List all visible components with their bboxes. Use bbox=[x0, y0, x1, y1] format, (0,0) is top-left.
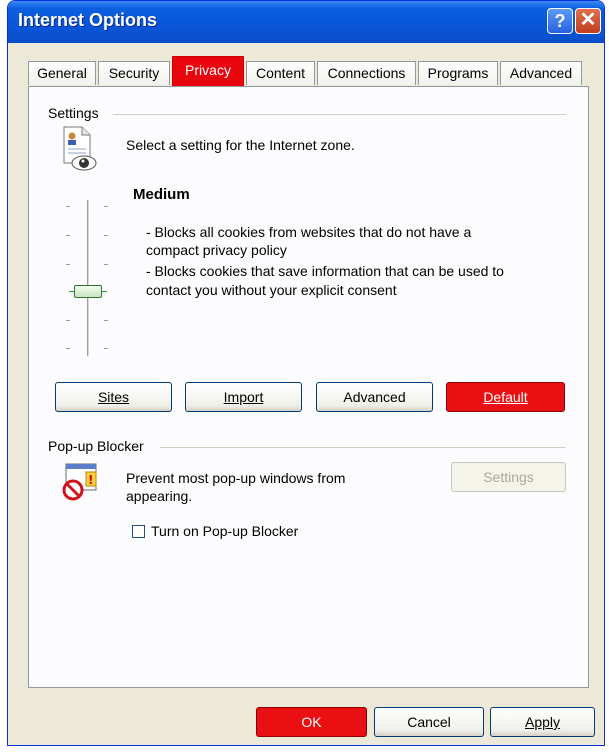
ok-button-label: OK bbox=[301, 714, 322, 730]
popup-description-line2: appearing. bbox=[126, 488, 193, 504]
slider-tick bbox=[104, 206, 108, 207]
popup-blocked-icon: ! bbox=[62, 463, 97, 501]
slider-tick bbox=[104, 264, 108, 265]
level-description-line1: - Blocks all cookies from websites that … bbox=[146, 224, 472, 240]
privacy-slider-track[interactable] bbox=[87, 200, 90, 356]
svg-text:!: ! bbox=[88, 473, 93, 487]
tab-privacy[interactable]: Privacy bbox=[172, 56, 244, 86]
popup-group-divider bbox=[160, 447, 566, 448]
slider-tick bbox=[66, 235, 70, 236]
zone-description: Select a setting for the Internet zone. bbox=[126, 137, 355, 153]
tab-programs[interactable]: Programs bbox=[418, 61, 498, 85]
slider-tick bbox=[66, 348, 70, 349]
popup-group-label: Pop-up Blocker bbox=[48, 438, 144, 454]
tab-security[interactable]: Security bbox=[98, 61, 170, 85]
slider-tick bbox=[66, 264, 70, 265]
privacy-slider-thumb[interactable] bbox=[69, 285, 107, 298]
popup-blocker-checkbox[interactable] bbox=[132, 525, 145, 538]
close-icon[interactable]: ✕ bbox=[575, 8, 601, 34]
popup-description-line1: Prevent most pop-up windows from bbox=[126, 470, 346, 486]
privacy-document-eye-icon bbox=[63, 126, 97, 171]
default-button[interactable]: Default bbox=[446, 382, 565, 412]
slider-tick bbox=[66, 206, 70, 207]
level-description-line2: compact privacy policy bbox=[146, 242, 287, 258]
sites-button[interactable]: Sites bbox=[55, 382, 172, 412]
apply-button[interactable]: Apply bbox=[490, 707, 595, 737]
title-bar[interactable]: Internet Options ? ✕ bbox=[8, 1, 604, 43]
popup-blocker-checkbox-label[interactable]: Turn on Pop-up Blocker bbox=[151, 522, 298, 540]
cancel-button-label: Cancel bbox=[407, 714, 451, 730]
level-description-line3: - Blocks cookies that save information t… bbox=[146, 263, 504, 279]
tab-general[interactable]: General bbox=[28, 61, 96, 85]
ok-button[interactable]: OK bbox=[256, 707, 367, 737]
sites-button-label: Sites bbox=[97, 389, 130, 405]
popup-settings-button-label: Settings bbox=[483, 469, 534, 485]
apply-button-label: Apply bbox=[524, 714, 561, 730]
cancel-button[interactable]: Cancel bbox=[374, 707, 484, 737]
tab-connections[interactable]: Connections bbox=[317, 61, 416, 85]
level-description-line4: contact you without your explicit consen… bbox=[146, 282, 397, 298]
help-icon[interactable]: ? bbox=[547, 8, 573, 34]
tab-advanced[interactable]: Advanced bbox=[500, 61, 582, 85]
advanced-button-label: Advanced bbox=[343, 389, 406, 405]
slider-tick bbox=[104, 235, 108, 236]
default-button-label: Default bbox=[483, 389, 528, 405]
import-button[interactable]: Import bbox=[185, 382, 302, 412]
window-title: Internet Options bbox=[18, 10, 157, 30]
import-button-label: Import bbox=[223, 389, 264, 405]
settings-group-divider bbox=[113, 114, 566, 115]
slider-tick bbox=[66, 320, 70, 321]
slider-tick bbox=[104, 320, 108, 321]
advanced-button[interactable]: Advanced bbox=[316, 382, 433, 412]
tab-content[interactable]: Content bbox=[246, 61, 315, 85]
settings-group-label: Settings bbox=[48, 105, 99, 121]
privacy-level-title: Medium bbox=[133, 186, 190, 203]
slider-tick bbox=[104, 348, 108, 349]
popup-settings-button[interactable]: Settings bbox=[451, 462, 566, 492]
